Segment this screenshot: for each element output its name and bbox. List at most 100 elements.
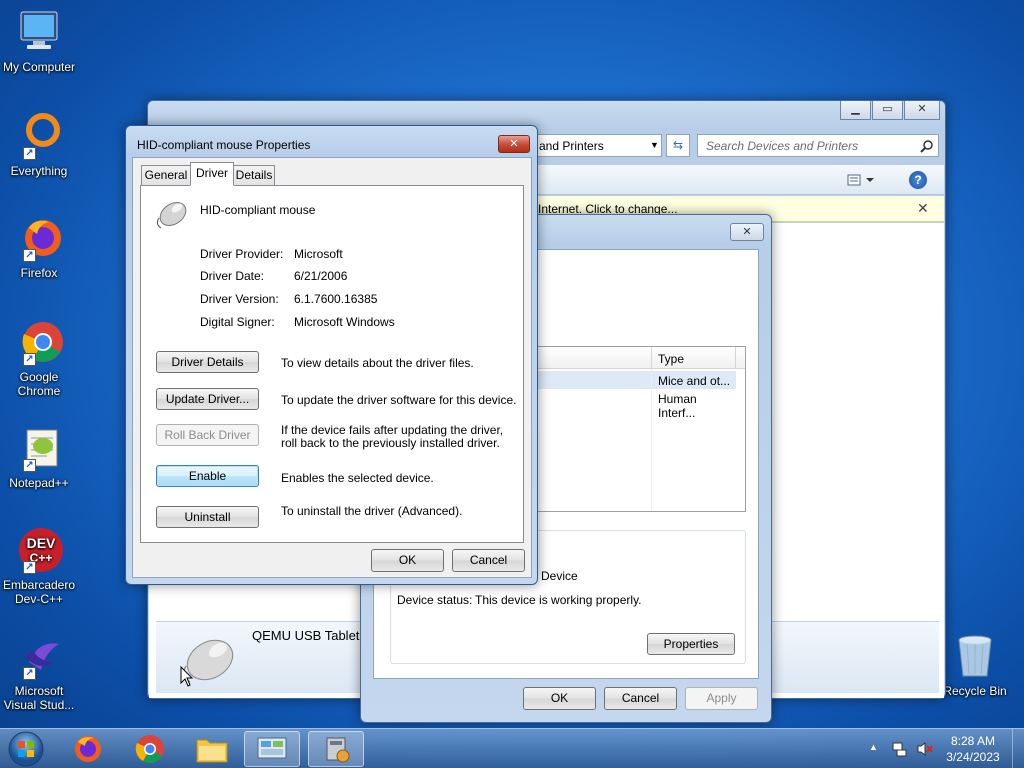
action-description: If the device fails after updating the d… xyxy=(281,423,504,450)
desktop-icon-label: Recycle Bin xyxy=(943,684,1007,698)
device-name: HID-compliant mouse xyxy=(200,203,316,217)
volume-muted-icon[interactable] xyxy=(916,741,934,757)
shortcut-arrow-icon: ↗ xyxy=(23,667,36,680)
field-value: 6/21/2006 xyxy=(294,269,348,283)
taskbar-firefox[interactable] xyxy=(60,731,116,767)
properties-button[interactable]: Properties xyxy=(647,633,735,655)
visual-studio-icon: ↗ xyxy=(15,632,63,680)
taskbar-device-manager[interactable] xyxy=(308,731,364,767)
search-box[interactable]: Search Devices and Printers xyxy=(697,134,939,157)
desktop-icon-label: My Computer xyxy=(2,60,76,74)
chevron-down-icon[interactable]: ▼ xyxy=(650,140,659,150)
shortcut-arrow-icon: ↗ xyxy=(23,249,36,262)
driver-tab-page: HID-compliant mouse Driver Provider: Mic… xyxy=(140,185,524,543)
update-driver-button[interactable]: Update Driver... xyxy=(156,388,259,410)
devcpp-icon: DEV C++ ↗ xyxy=(15,526,63,574)
desktop-icon-notepadpp[interactable]: ↗ Notepad++ xyxy=(0,424,78,490)
action-description: To uninstall the driver (Advanced). xyxy=(281,504,463,518)
desktop-icon-recycle-bin[interactable]: Recycle Bin xyxy=(936,632,1014,698)
chrome-icon: ↗ xyxy=(15,318,63,366)
tab-label: Driver xyxy=(196,166,228,180)
ok-button[interactable]: OK xyxy=(371,549,444,572)
driver-details-button[interactable]: Driver Details xyxy=(156,351,259,373)
desktop-icon-label: Firefox xyxy=(20,266,58,280)
desktop-icon-my-computer[interactable]: My Computer xyxy=(0,8,78,74)
cancel-button[interactable]: Cancel xyxy=(452,549,525,572)
mouse-pointer-icon xyxy=(180,666,194,687)
tab-driver[interactable]: Driver xyxy=(190,162,234,186)
close-icon[interactable]: ✕ xyxy=(917,200,929,217)
cancel-button[interactable]: Cancel xyxy=(604,687,677,710)
ok-button[interactable]: OK xyxy=(523,687,596,710)
row-type: Mice and ot... xyxy=(658,374,731,388)
search-icon[interactable] xyxy=(920,139,934,153)
maximize-button[interactable]: ▭ xyxy=(872,101,903,120)
firefox-icon xyxy=(75,736,101,762)
breadcrumb: and Printers xyxy=(539,139,604,153)
column-header-type[interactable]: Type xyxy=(658,352,684,366)
column-divider xyxy=(651,347,652,369)
tab-details[interactable]: Details xyxy=(233,165,275,185)
network-icon[interactable] xyxy=(891,741,907,757)
field-value: Microsoft Windows xyxy=(294,315,395,329)
chrome-icon xyxy=(135,735,164,763)
enable-button[interactable]: Enable xyxy=(156,465,259,487)
desktop-icon-label: Embarcadero Dev-C++ xyxy=(2,578,76,606)
taskbar-explorer[interactable] xyxy=(184,731,240,767)
view-options-icon[interactable] xyxy=(847,173,875,187)
action-description: To update the driver software for this d… xyxy=(281,393,517,407)
field-label: Digital Signer: xyxy=(200,315,275,329)
device-label: Device xyxy=(541,569,578,583)
tab-label: General xyxy=(144,168,188,182)
svg-text:DEV: DEV xyxy=(27,535,56,551)
desktop-icon-label: Google Chrome xyxy=(17,370,61,398)
tab-general[interactable]: General xyxy=(141,165,191,185)
dialog-client: General Driver Details HID-compliant mou… xyxy=(132,157,532,578)
desktop-icon-label: Microsoft Visual Stud... xyxy=(3,684,75,712)
show-hidden-icons-button[interactable]: ▲ xyxy=(869,742,878,752)
column-divider xyxy=(735,347,736,369)
close-button[interactable]: ✕ xyxy=(498,135,530,153)
clock-time: 8:28 AM xyxy=(950,734,996,748)
taskbar-control-panel[interactable] xyxy=(244,731,300,767)
close-button[interactable]: ✕ xyxy=(904,101,940,120)
desktop-icon-label: Notepad++ xyxy=(9,476,69,490)
clock[interactable]: 8:28 AM 3/24/2023 xyxy=(940,733,1006,765)
folder-icon xyxy=(196,739,228,763)
shortcut-arrow-icon: ↗ xyxy=(23,147,36,160)
hid-mouse-properties-dialog[interactable]: HID-compliant mouse Properties ✕ General… xyxy=(125,125,538,585)
refresh-button[interactable]: ⇆ xyxy=(666,134,690,157)
everything-icon: ↗ xyxy=(15,112,63,160)
desktop-icon-firefox[interactable]: ↗ Firefox xyxy=(0,214,78,280)
taskbar-chrome[interactable] xyxy=(122,731,178,767)
recycle-bin-icon xyxy=(951,632,999,680)
start-button[interactable] xyxy=(4,730,48,768)
apply-button[interactable]: Apply xyxy=(685,687,758,710)
address-bar[interactable]: and Printers ▼ xyxy=(526,134,662,157)
desktop-icon-chrome[interactable]: ↗ Google Chrome xyxy=(0,318,78,398)
computer-icon xyxy=(15,8,63,56)
shortcut-arrow-icon: ↗ xyxy=(23,561,36,574)
row-type: Human Interf... xyxy=(658,392,697,420)
mouse-icon xyxy=(156,202,187,229)
desktop-icon-devcpp[interactable]: DEV C++ ↗ Embarcadero Dev-C++ xyxy=(0,526,78,606)
uninstall-button[interactable]: Uninstall xyxy=(156,506,259,528)
taskbar: ▲ 8:28 AM 3/24/2023 xyxy=(0,728,1024,768)
close-button[interactable]: ✕ xyxy=(730,223,764,241)
notepadpp-icon: ↗ xyxy=(15,424,63,472)
device-status-label: Device status: xyxy=(397,593,473,607)
dialog-title: HID-compliant mouse Properties xyxy=(137,138,311,152)
help-icon[interactable]: ? xyxy=(909,171,927,189)
show-desktop-button[interactable] xyxy=(1012,729,1024,768)
desktop-icon-visual-studio[interactable]: ↗ Microsoft Visual Stud... xyxy=(0,632,78,712)
firefox-icon: ↗ xyxy=(15,214,63,262)
field-label: Driver Provider: xyxy=(200,247,284,261)
shortcut-arrow-icon: ↗ xyxy=(23,459,36,472)
minimize-button[interactable]: ▁ xyxy=(840,101,871,120)
desktop-icon-everything[interactable]: ↗ Everything xyxy=(0,112,78,178)
search-placeholder: Search Devices and Printers xyxy=(706,139,859,153)
field-value: Microsoft xyxy=(294,247,343,261)
action-description: Enables the selected device. xyxy=(281,471,434,485)
control-panel-icon xyxy=(257,737,287,759)
roll-back-driver-button[interactable]: Roll Back Driver xyxy=(156,424,259,446)
